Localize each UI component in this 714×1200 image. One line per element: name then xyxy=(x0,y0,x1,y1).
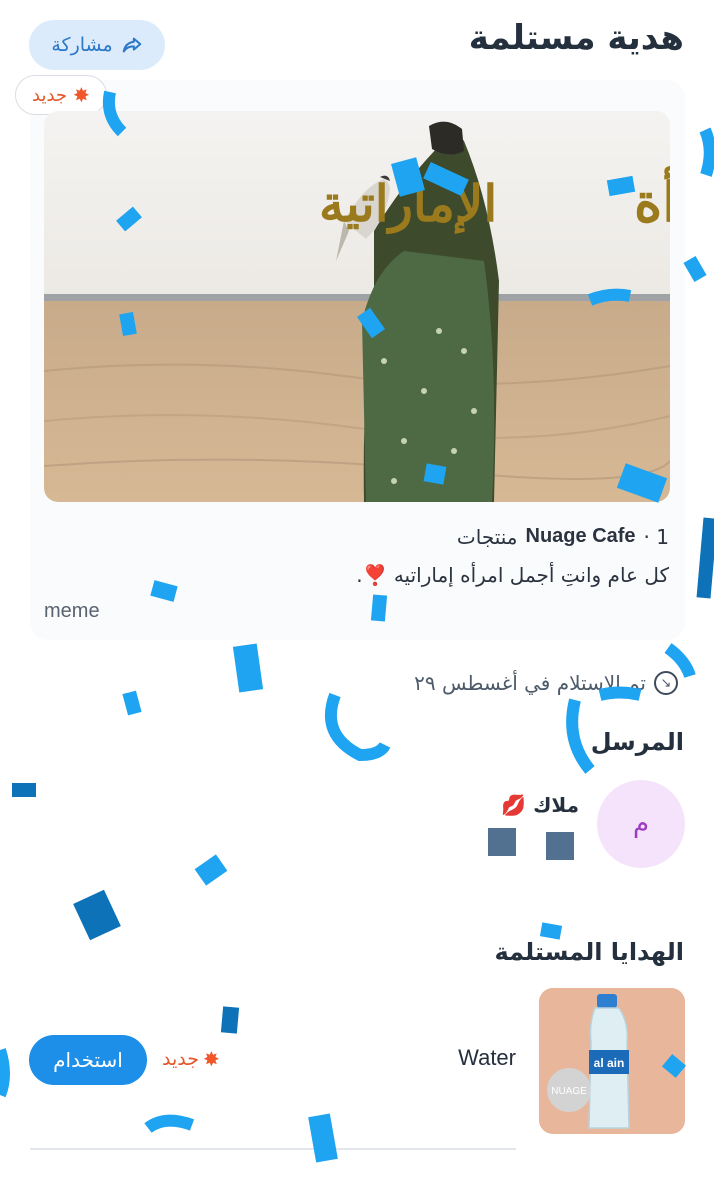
gift-thumbnail[interactable]: al ain NUAGE xyxy=(539,988,685,1134)
divider xyxy=(30,1148,516,1150)
share-button[interactable]: مشاركة xyxy=(29,20,165,70)
meme-label: meme xyxy=(44,600,100,622)
gift-new-label: جديد xyxy=(162,1048,199,1070)
gift-new-badge: ✸ جديد xyxy=(162,1048,220,1070)
avatar-initial: م xyxy=(632,809,650,839)
gifts-section-title: الهدايا المستلمة xyxy=(494,938,684,966)
gift-hero-image: يوم المرأة الإماراتية xyxy=(44,111,670,502)
store-name: Nuage Cafe xyxy=(525,525,636,547)
page-title: هدية مستلمة xyxy=(468,18,684,58)
new-badge: ✸ جديد xyxy=(15,75,107,115)
new-badge-label: جديد xyxy=(32,84,68,106)
product-count: 1 · xyxy=(643,525,669,549)
calligraphy-right: يوم المرأة xyxy=(634,166,670,236)
store-line: 1 · Nuage Cafe منتجات xyxy=(457,525,669,549)
products-label: منتجات xyxy=(456,525,518,549)
burst-icon: ✸ xyxy=(202,1047,220,1071)
burst-icon: ✸ xyxy=(73,83,90,107)
received-date: ↘ تم الاستلام في أغسطس ٢٩ xyxy=(414,671,678,695)
gift-message: كل عام وانتِ أجمل امرأه إماراتيه ❣️. xyxy=(356,563,669,587)
thumb-brand: al ain xyxy=(594,1056,625,1070)
placeholder-square xyxy=(546,832,574,860)
avatar[interactable]: م xyxy=(597,780,685,868)
use-button[interactable]: استخدام xyxy=(29,1035,147,1085)
placeholder-square xyxy=(488,828,516,856)
received-icon: ↘ xyxy=(654,671,678,695)
share-icon xyxy=(122,37,141,53)
calligraphy-left: الإماراتية xyxy=(319,174,497,235)
gift-name: Water xyxy=(458,1045,516,1070)
received-text: تم الاستلام في أغسطس ٢٩ xyxy=(414,671,646,695)
thumb-logo: NUAGE xyxy=(551,1086,587,1097)
sender-name[interactable]: ملاك 💋 xyxy=(501,793,579,817)
sender-section-title: المرسل xyxy=(590,728,684,756)
share-label: مشاركة xyxy=(51,34,113,56)
